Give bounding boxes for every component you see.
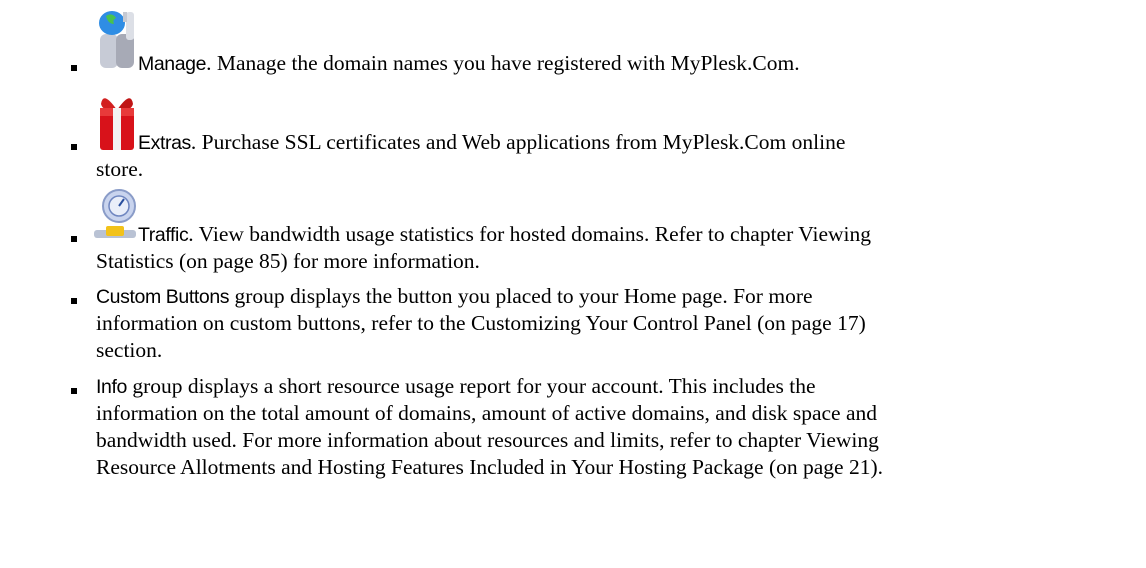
traffic-description-line1: . View bandwidth usage statistics for ho… bbox=[188, 222, 871, 246]
info-description-line4: Resource Allotments and Hosting Features… bbox=[96, 455, 884, 479]
info-description-line2: information on the total amount of domai… bbox=[96, 401, 877, 425]
bullet-marker bbox=[71, 236, 77, 242]
extras-description-line2: store. bbox=[96, 157, 144, 181]
custom-buttons-item: Custom Buttons group displays the button… bbox=[96, 284, 813, 309]
traffic-item: Traffic. View bandwidth usage statistics… bbox=[138, 222, 871, 247]
info-term: Info bbox=[96, 376, 127, 398]
bullet-marker bbox=[71, 298, 77, 304]
info-description-line3: bandwidth used. For more information abo… bbox=[96, 428, 879, 452]
bullet-marker bbox=[71, 144, 77, 150]
custom-buttons-description-line3: section. bbox=[96, 338, 163, 362]
traffic-gauge-icon bbox=[92, 188, 138, 242]
extras-description-line1: . Purchase SSL certificates and Web appl… bbox=[190, 130, 846, 154]
manage-item: Manage. Manage the domain names you have… bbox=[138, 51, 800, 76]
traffic-term: Traffic bbox=[138, 224, 189, 246]
bullet-marker bbox=[71, 388, 77, 394]
bullet-marker bbox=[71, 65, 77, 71]
manage-description: . Manage the domain names you have regis… bbox=[206, 51, 800, 75]
traffic-description-line2: Statistics (on page 85) for more informa… bbox=[96, 249, 480, 273]
gift-box-icon bbox=[96, 92, 138, 150]
manage-term: Manage bbox=[138, 53, 207, 75]
extras-term: Extras bbox=[138, 132, 191, 154]
custom-buttons-term: Custom Buttons bbox=[96, 286, 230, 308]
info-item: Info group displays a short resource usa… bbox=[96, 374, 816, 399]
custom-buttons-description-line1: group displays the button you placed to … bbox=[229, 284, 813, 308]
extras-item: Extras. Purchase SSL certificates and We… bbox=[138, 130, 845, 155]
custom-buttons-description-line2: information on custom buttons, refer to … bbox=[96, 311, 866, 335]
info-description-line1: group displays a short resource usage re… bbox=[126, 374, 816, 398]
manage-tools-icon bbox=[96, 10, 138, 70]
